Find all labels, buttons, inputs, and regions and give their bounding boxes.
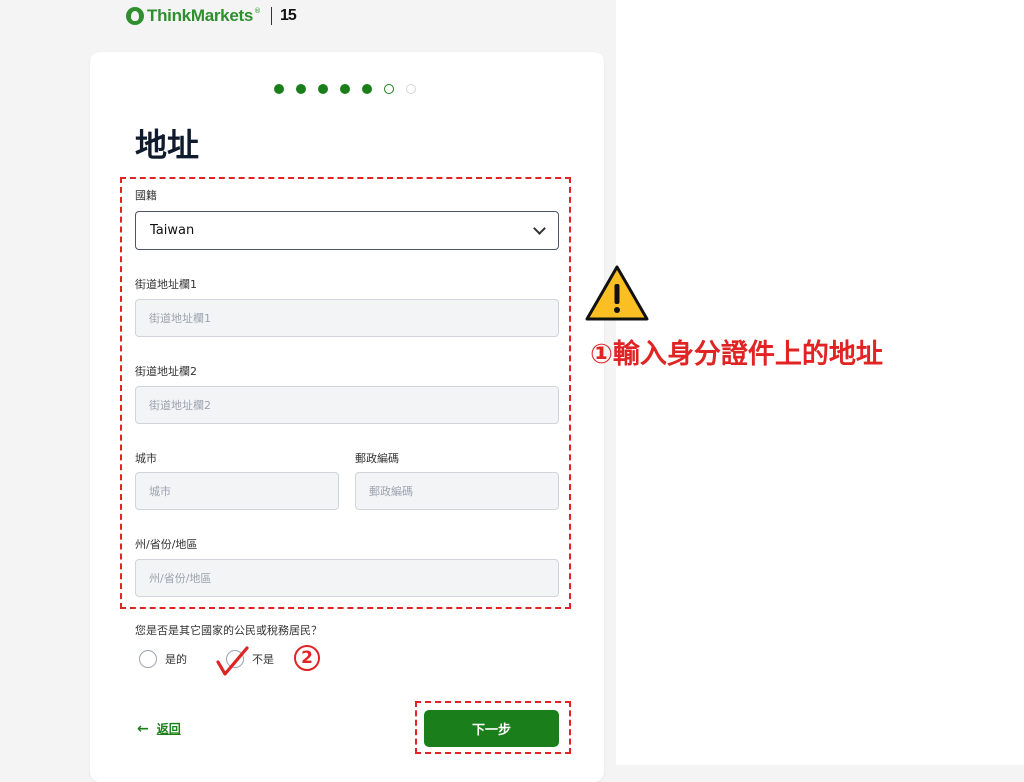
annotation-note-1: ①輸入身分證件上的地址 <box>590 339 883 370</box>
step-dot-7 <box>406 84 416 94</box>
tax-residency-question: 您是否是其它國家的公民或稅務居民？ <box>135 624 322 637</box>
page-title: 地址 <box>135 126 200 164</box>
back-label: 返回 <box>156 722 181 736</box>
warning-triangle-icon <box>585 265 649 321</box>
registered-mark: ® <box>254 7 261 15</box>
step-dot-3 <box>318 84 328 94</box>
checkmark-icon <box>216 646 249 676</box>
radio-yes-label: 是的 <box>165 653 187 666</box>
tax-option-yes[interactable]: 是的 <box>139 650 187 668</box>
step-dot-2 <box>296 84 306 94</box>
step-dot-4 <box>340 84 350 94</box>
radio-no-label: 不是 <box>252 653 274 666</box>
radio-yes[interactable] <box>139 650 157 668</box>
progress-steps <box>274 84 416 94</box>
logo-text: ThinkMarkets <box>147 6 253 25</box>
step-dot-6 <box>384 84 394 94</box>
annotation-marker-2: 2 <box>294 645 320 671</box>
marker-2-text: 2 <box>301 648 313 668</box>
back-link[interactable]: ← 返回 <box>137 720 181 737</box>
logo-divider <box>271 7 272 25</box>
arrow-left-icon: ← <box>137 720 149 737</box>
page-background-right <box>616 0 1024 765</box>
step-dot-1 <box>274 84 284 94</box>
anniversary-badge: 15 <box>280 7 297 24</box>
address-fields-highlight <box>120 177 571 609</box>
thinkmarkets-logo-icon <box>126 7 144 25</box>
step-dot-5 <box>362 84 372 94</box>
thinkmarkets-logo: ThinkMarkets ® 15 <box>126 5 297 27</box>
next-button[interactable]: 下一步 <box>424 710 559 747</box>
